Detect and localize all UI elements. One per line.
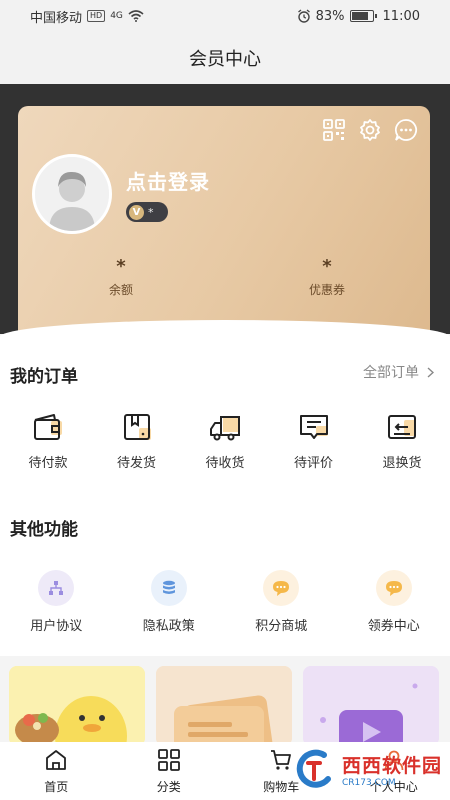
order-label: 待评价 <box>293 456 333 471</box>
all-orders-label: 全部订单 <box>363 365 419 381</box>
order-return-exchange[interactable]: 退换货 <box>359 412 445 471</box>
coupons-stat[interactable]: * 优惠券 <box>267 256 387 298</box>
comment-icon <box>299 415 328 439</box>
order-label: 待付款 <box>28 456 68 471</box>
home-icon <box>46 749 67 770</box>
order-status-row: 待付款 待发货 待收货 待评价 退换货 <box>0 412 450 471</box>
title-bar: 会员中心 <box>0 32 450 84</box>
all-orders-link[interactable]: 全部订单 <box>363 362 434 382</box>
coupon-center-item[interactable]: 领券中心 <box>344 570 444 634</box>
watermark-logo <box>296 749 331 788</box>
points-mall-icon <box>263 570 300 606</box>
promo-banner-video[interactable] <box>303 666 439 746</box>
points-mall-item[interactable]: 积分商城 <box>231 570 331 634</box>
balance-label: 余额 <box>108 283 133 297</box>
balance-stat[interactable]: * 余额 <box>61 256 181 298</box>
battery-icon <box>349 10 377 22</box>
vip-icon: V <box>129 204 144 220</box>
truck-icon <box>210 416 240 441</box>
message-icon[interactable] <box>394 118 418 142</box>
alarm-icon <box>297 9 310 23</box>
agreement-icon <box>38 570 75 606</box>
clock: 11:00 <box>382 8 420 24</box>
hd-badge: HD <box>87 10 106 22</box>
cart-icon <box>271 749 292 770</box>
promo-banner-duck[interactable] <box>9 666 145 746</box>
member-card[interactable]: 点击登录 V * * 余额 * 优惠券 <box>18 106 430 346</box>
order-label: 退换货 <box>382 456 422 471</box>
orders-title: 我的订单 <box>10 367 78 387</box>
nav-category[interactable]: 分类 <box>113 742 226 800</box>
page-title: 会员中心 <box>189 49 261 70</box>
balance-value: * <box>116 256 126 277</box>
login-prompt[interactable]: 点击登录 <box>126 166 210 195</box>
battery-percent: 83% <box>315 8 345 24</box>
status-right: 83% 11:00 <box>297 9 420 24</box>
nav-label: 首页 <box>44 779 69 794</box>
nav-home[interactable]: 首页 <box>0 742 113 800</box>
nav-label: 分类 <box>156 779 181 794</box>
chevron-right-icon <box>427 366 434 378</box>
promo-banner-row <box>0 656 450 746</box>
coupons-label: 优惠券 <box>308 283 345 297</box>
watermark-sub: CR173.COM <box>341 777 396 788</box>
order-label: 待收货 <box>205 456 245 471</box>
promo-banner-cards[interactable] <box>156 666 292 746</box>
coupons-value: * <box>322 256 332 277</box>
coupon-center-icon <box>375 570 412 606</box>
wifi-icon <box>128 10 144 22</box>
carrier-name: 中国移动 <box>30 10 83 26</box>
avatar[interactable] <box>32 154 112 234</box>
qr-code-icon[interactable] <box>322 118 346 142</box>
return-icon <box>388 415 416 439</box>
function-label: 隐私政策 <box>142 619 195 634</box>
user-agreement-item[interactable]: 用户协议 <box>6 570 106 634</box>
status-bar: 中国移动 HD 4G 83% 11:00 <box>0 0 450 32</box>
order-pending-payment[interactable]: 待付款 <box>5 412 91 471</box>
order-pending-receipt[interactable]: 待收货 <box>182 412 268 471</box>
watermark-text: 西西软件园 CR173.COM <box>342 751 442 788</box>
wallet-icon <box>34 414 62 440</box>
battery-fill <box>351 12 369 20</box>
privacy-policy-item[interactable]: 隐私政策 <box>119 570 219 634</box>
package-icon <box>123 414 151 440</box>
watermark-main: 西西软件园 <box>341 754 442 777</box>
privacy-icon <box>150 570 187 606</box>
category-icon <box>157 748 180 771</box>
network-type: 4G <box>110 11 123 21</box>
function-label: 积分商城 <box>255 619 308 634</box>
site-watermark: 西西软件园 CR173.COM <box>294 748 442 790</box>
vip-level: * <box>148 205 154 219</box>
order-label: 待发货 <box>116 456 156 471</box>
function-label: 领券中心 <box>367 619 420 634</box>
functions-row: 用户协议 隐私政策 积分商城 领券中心 <box>0 570 450 634</box>
functions-title: 其他功能 <box>10 520 78 540</box>
card-actions <box>322 118 418 142</box>
vip-badge: V * <box>126 202 168 222</box>
order-pending-review[interactable]: 待评价 <box>271 412 357 471</box>
status-left: 中国移动 HD 4G <box>30 7 144 26</box>
order-pending-shipment[interactable]: 待发货 <box>94 412 180 471</box>
settings-icon[interactable] <box>358 118 382 142</box>
function-label: 用户协议 <box>30 619 83 634</box>
